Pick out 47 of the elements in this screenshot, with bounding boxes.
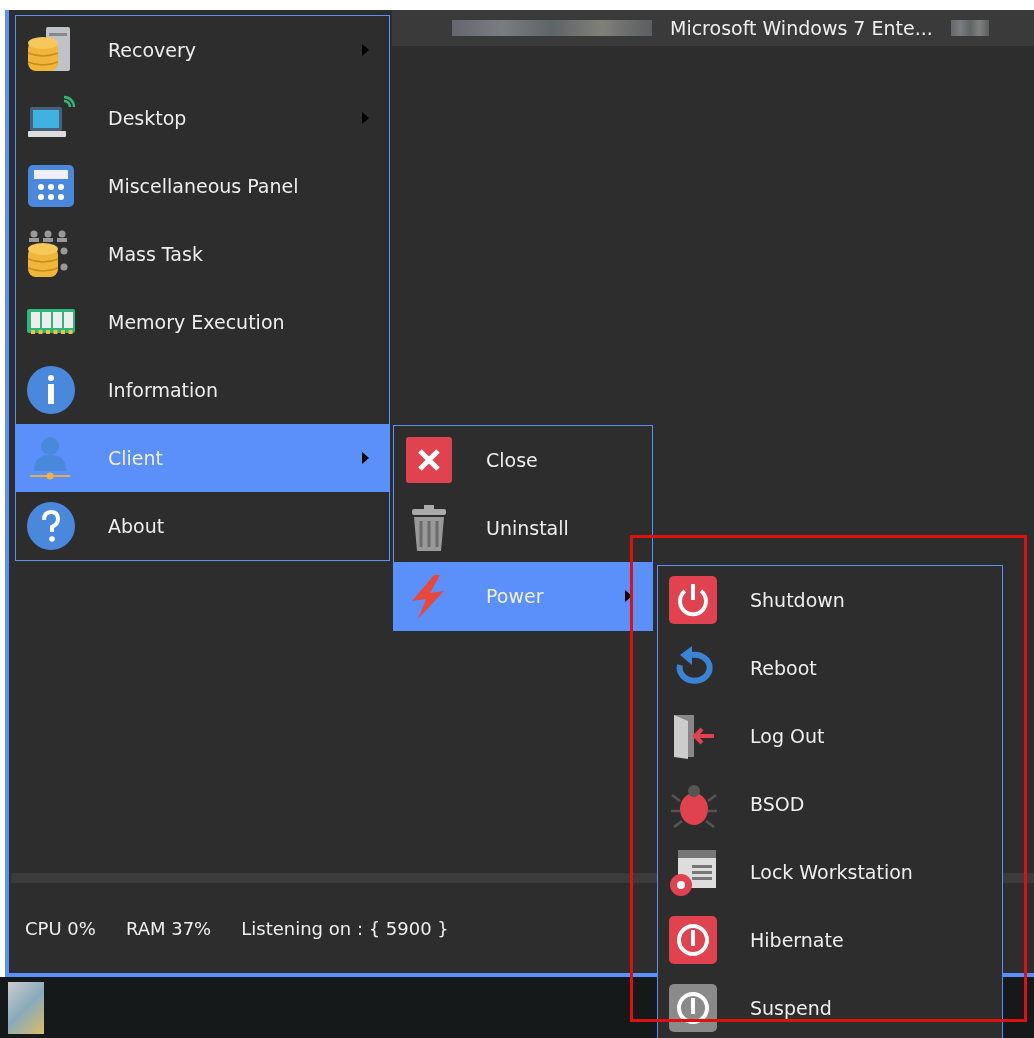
- menu-item[interactable]: Recovery: [16, 16, 389, 84]
- menu-item-label: Suspend: [750, 997, 833, 1019]
- menu-item-label: Power: [486, 585, 545, 607]
- status-text: RAM 37%: [125, 917, 212, 939]
- menu-item[interactable]: Mass Task: [16, 220, 389, 288]
- menu-item[interactable]: Lock Workstation: [658, 838, 1002, 906]
- menu-item-label: Lock Workstation: [750, 861, 914, 883]
- menu-item-label: Memory Execution: [108, 311, 286, 333]
- menu-item-label: Uninstall: [486, 517, 570, 539]
- menu-item[interactable]: Miscellaneous Panel: [16, 152, 389, 220]
- status-text: CPU 0%: [25, 917, 96, 939]
- power-icon: [668, 983, 718, 1033]
- help-icon: [26, 501, 76, 551]
- menu-item[interactable]: Close: [394, 426, 652, 494]
- menu-item[interactable]: Log Out: [658, 702, 1002, 770]
- menu-item[interactable]: Information: [16, 356, 389, 424]
- menu-item[interactable]: Suspend: [658, 974, 1002, 1038]
- blurred-taskbar-icon[interactable]: [8, 981, 44, 1034]
- blurred-text: [950, 20, 989, 36]
- menu-item[interactable]: Shutdown: [658, 566, 1002, 634]
- menu-item-label: Mass Task: [108, 243, 204, 265]
- menu-item-label: Close: [486, 449, 539, 471]
- menu-item-label: Hibernate: [750, 929, 845, 951]
- menu-item[interactable]: Reboot: [658, 634, 1002, 702]
- menu-item-label: BSOD: [750, 793, 806, 815]
- menu-item[interactable]: About: [16, 492, 389, 560]
- menu-item[interactable]: Hibernate: [658, 906, 1002, 974]
- menu-item-label: Log Out: [750, 725, 826, 747]
- lock-window-icon: [668, 847, 718, 897]
- info-icon: [26, 365, 76, 415]
- status-text: Listening on : { 5900 }: [241, 917, 449, 939]
- menu-item[interactable]: BSOD: [658, 770, 1002, 838]
- window-title: Microsoft Windows 7 Ente...: [670, 17, 933, 39]
- close-icon: [404, 435, 454, 485]
- menu-item-label: Client: [108, 447, 164, 469]
- power-icon: [668, 575, 718, 625]
- menu-item-label: Shutdown: [750, 589, 846, 611]
- menu-item[interactable]: Memory Execution: [16, 288, 389, 356]
- menu-item[interactable]: Uninstall: [394, 494, 652, 562]
- menu-item-label: Desktop: [108, 107, 188, 129]
- menu-item-label: Reboot: [750, 657, 818, 679]
- menu-item-label: About: [108, 515, 166, 537]
- menu-item-label: Miscellaneous Panel: [108, 175, 300, 197]
- menu-item-label: Information: [108, 379, 219, 401]
- menu-item[interactable]: Desktop: [16, 84, 389, 152]
- menu-item-label: Recovery: [108, 39, 198, 61]
- power-icon: [668, 915, 718, 965]
